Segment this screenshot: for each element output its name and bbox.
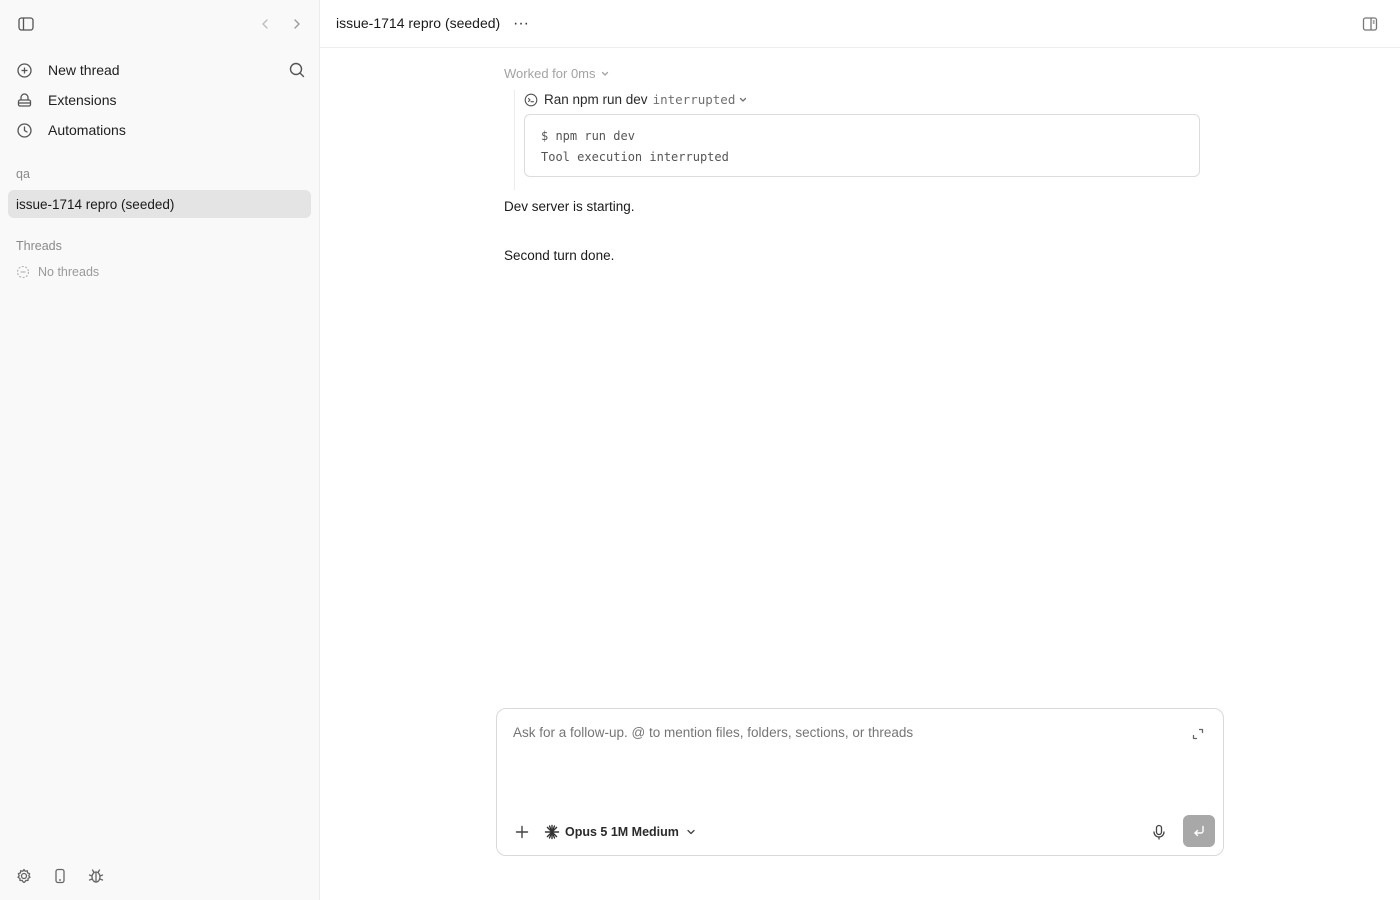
new-thread-label: New thread bbox=[48, 62, 120, 78]
dashed-circle-icon bbox=[16, 265, 30, 279]
sidebar-toggle-icon[interactable] bbox=[15, 13, 37, 35]
tool-call-status: interrupted bbox=[652, 92, 736, 107]
chevron-down-icon bbox=[685, 826, 697, 838]
terminal-icon bbox=[524, 93, 538, 107]
sparkle-icon bbox=[544, 824, 560, 840]
model-name: Opus 5 1M Medium bbox=[565, 825, 679, 839]
sidebar-item-active-project[interactable]: issue-1714 repro (seeded) bbox=[8, 190, 311, 218]
tool-output: Tool execution interrupted bbox=[541, 150, 729, 164]
tool-call-header[interactable]: Ran npm run dev interrupted bbox=[524, 92, 748, 107]
thread-header: issue-1714 repro (seeded) ··· bbox=[320, 0, 1400, 48]
model-selector[interactable]: Opus 5 1M Medium bbox=[544, 822, 697, 842]
assistant-message: Dev server is starting. bbox=[504, 199, 635, 214]
tool-output-block: $ npm run dev Tool execution interrupted bbox=[524, 114, 1200, 177]
tool-call-guide-line bbox=[514, 90, 515, 190]
extensions-button[interactable]: Extensions bbox=[8, 86, 312, 114]
phone-icon[interactable] bbox=[51, 867, 69, 885]
page-title: issue-1714 repro (seeded) bbox=[336, 15, 501, 31]
worked-duration-label: Worked for 0ms bbox=[504, 66, 596, 81]
tool-call-label: Ran npm run dev bbox=[544, 92, 648, 107]
bug-icon[interactable] bbox=[87, 867, 105, 885]
automations-label: Automations bbox=[48, 122, 126, 138]
automations-button[interactable]: Automations bbox=[8, 116, 312, 144]
chevron-left-icon[interactable] bbox=[257, 14, 273, 34]
threads-section-label: Threads bbox=[16, 239, 62, 253]
mic-icon[interactable] bbox=[1149, 822, 1169, 842]
sidebar: New thread Extensions Automations qa iss… bbox=[0, 0, 320, 900]
project-section-label: qa bbox=[16, 167, 30, 181]
assistant-message: Second turn done. bbox=[504, 248, 615, 263]
panel-icon[interactable] bbox=[1360, 14, 1380, 34]
plus-icon[interactable] bbox=[512, 822, 532, 842]
plus-circle-icon bbox=[16, 62, 33, 79]
chevron-down-icon bbox=[600, 69, 610, 79]
clock-icon bbox=[16, 122, 33, 139]
new-thread-button[interactable]: New thread bbox=[8, 56, 312, 84]
chevron-right-icon[interactable] bbox=[289, 14, 305, 34]
search-icon[interactable] bbox=[287, 60, 307, 80]
send-icon bbox=[1191, 823, 1207, 839]
app-window: New thread Extensions Automations qa iss… bbox=[0, 0, 1400, 900]
send-button[interactable] bbox=[1183, 815, 1215, 847]
tool-command: $ npm run dev bbox=[541, 129, 635, 143]
follow-up-input[interactable] bbox=[513, 725, 1173, 740]
gear-icon[interactable] bbox=[15, 867, 33, 885]
more-options-icon[interactable]: ··· bbox=[511, 13, 531, 35]
worked-duration-toggle[interactable]: Worked for 0ms bbox=[504, 66, 610, 81]
extensions-icon bbox=[16, 92, 33, 109]
chevron-down-icon bbox=[738, 95, 748, 105]
expand-icon[interactable] bbox=[1190, 726, 1206, 742]
extensions-label: Extensions bbox=[48, 92, 117, 108]
no-threads-placeholder: No threads bbox=[16, 264, 99, 280]
no-threads-text: No threads bbox=[38, 265, 100, 279]
composer: Opus 5 1M Medium bbox=[496, 708, 1224, 856]
